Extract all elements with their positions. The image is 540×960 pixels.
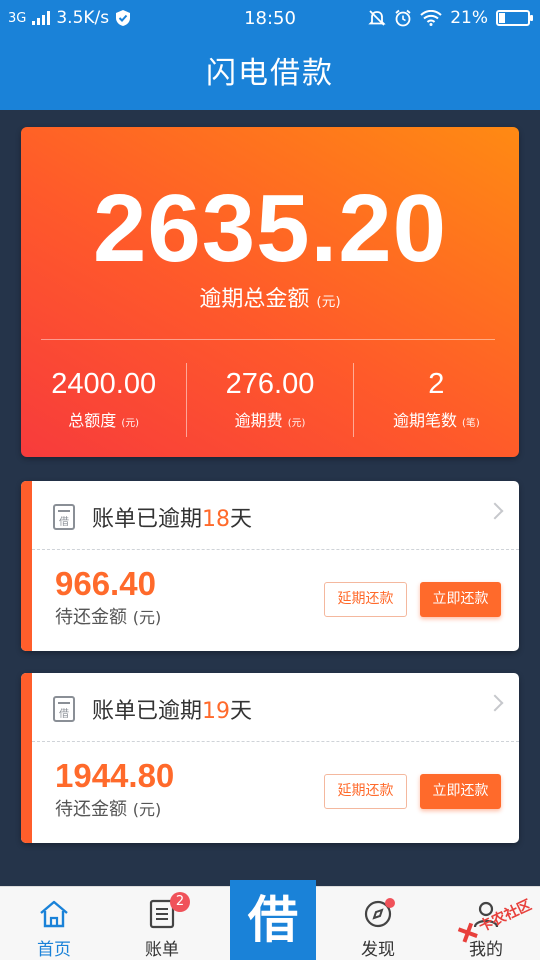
repay-now-button[interactable]: 立即还款	[420, 774, 501, 809]
discover-notification-dot	[385, 898, 395, 908]
tab-discover[interactable]: 发现	[324, 887, 432, 960]
bill-document-icon	[53, 504, 75, 530]
stat-label-row: 逾期笔数 (笔)	[354, 407, 519, 431]
repay-now-button[interactable]: 立即还款	[420, 582, 501, 617]
total-overdue-unit: (元)	[316, 294, 341, 310]
chevron-right-icon[interactable]	[486, 694, 504, 712]
tab-home[interactable]: 首页	[0, 887, 108, 960]
total-overdue-label: 逾期总金额	[199, 287, 310, 312]
battery-percent: 21%	[450, 8, 488, 28]
bill-amount-unit: (元)	[132, 608, 162, 627]
stat-value: 276.00	[225, 368, 315, 400]
stat-unit: (笔)	[462, 418, 480, 429]
stat-label: 逾期费	[234, 411, 283, 430]
bill-card[interactable]: 账单已逾期19天 1944.80 待还金额 (元) 延期还款 立即还款	[21, 673, 519, 843]
stat-overdue-fee: 276.00 逾期费 (元)	[187, 363, 354, 437]
overdue-summary-card: 2635.20 逾期总金额 (元) 2400.00 总额度 (元) 276.00…	[21, 127, 519, 457]
bill-overdue-suffix: 天	[230, 699, 253, 724]
borrow-icon: 借	[248, 891, 298, 949]
bill-divider	[32, 741, 519, 742]
bill-overdue-prefix: 账单已逾期	[92, 507, 203, 532]
battery-icon	[496, 10, 533, 26]
tab-borrow[interactable]: 借	[230, 880, 316, 960]
bill-divider	[32, 549, 519, 550]
nav-bar: 闪电借款	[0, 38, 540, 110]
total-overdue-amount: 2635.20	[92, 175, 447, 282]
extend-repayment-button[interactable]: 延期还款	[324, 582, 407, 617]
page-title: 闪电借款	[206, 56, 334, 91]
stat-label: 总额度	[68, 411, 117, 430]
stat-unit: (元)	[121, 418, 140, 429]
bills-count-badge: 2	[170, 892, 190, 912]
bill-overdue-prefix: 账单已逾期	[92, 699, 203, 724]
summary-divider	[41, 339, 495, 340]
tab-discover-label: 发现	[361, 940, 395, 960]
stat-credit-limit: 2400.00 总额度 (元)	[21, 363, 188, 437]
tab-bills-label: 账单	[145, 940, 179, 960]
total-overdue-label-row: 逾期总金额 (元)	[21, 281, 519, 313]
extend-repayment-button[interactable]: 延期还款	[324, 774, 407, 809]
bill-document-icon	[53, 696, 75, 722]
bill-amount-label-row: 待还金额 (元)	[55, 795, 161, 821]
bill-amount-label-row: 待还金额 (元)	[55, 603, 161, 629]
tab-bills[interactable]: 2 账单	[108, 887, 216, 960]
stat-value: 2	[428, 368, 445, 400]
stat-label: 逾期笔数	[392, 411, 457, 430]
summary-stats: 2400.00 总额度 (元) 276.00 逾期费 (元) 2 逾期笔数 (笔…	[21, 363, 519, 437]
stat-unit: (元)	[287, 418, 306, 429]
bill-amount: 966.40	[55, 565, 156, 602]
bill-overdue-text: 账单已逾期19天	[92, 693, 252, 725]
bottom-tab-bar: 首页 2 账单 借 发现 我的 卡农社区	[0, 880, 540, 960]
bill-overdue-suffix: 天	[230, 507, 253, 532]
stat-value: 2400.00	[51, 368, 157, 400]
bill-accent-stripe	[21, 673, 32, 843]
tab-home-label: 首页	[37, 940, 71, 960]
bill-amount-label: 待还金额	[55, 607, 127, 628]
bill-overdue-text: 账单已逾期18天	[92, 501, 252, 533]
notification-muted-icon	[368, 10, 386, 26]
bill-card[interactable]: 账单已逾期18天 966.40 待还金额 (元) 延期还款 立即还款	[21, 481, 519, 651]
status-bar: 3G 3.5K/s 18:50 21%	[0, 0, 540, 38]
bill-header[interactable]: 账单已逾期18天	[32, 481, 519, 549]
home-icon	[40, 900, 68, 928]
bill-accent-stripe	[21, 481, 32, 651]
bill-amount-label: 待还金额	[55, 799, 127, 820]
wifi-icon	[420, 10, 442, 26]
stat-label-row: 逾期费 (元)	[187, 407, 352, 431]
stat-label-row: 总额度 (元)	[21, 407, 186, 431]
bill-amount: 1944.80	[55, 757, 175, 794]
tab-mine[interactable]: 我的 卡农社区	[432, 887, 540, 960]
bill-overdue-days: 18	[202, 507, 231, 532]
bill-overdue-days: 19	[202, 699, 231, 724]
alarm-icon	[395, 9, 411, 27]
bill-header[interactable]: 账单已逾期19天	[32, 673, 519, 741]
tab-mine-label: 我的	[469, 940, 503, 960]
stat-overdue-count: 2 逾期笔数 (笔)	[354, 363, 519, 437]
chevron-right-icon[interactable]	[486, 502, 504, 520]
bill-amount-unit: (元)	[132, 800, 162, 819]
status-right: 21%	[368, 8, 533, 28]
